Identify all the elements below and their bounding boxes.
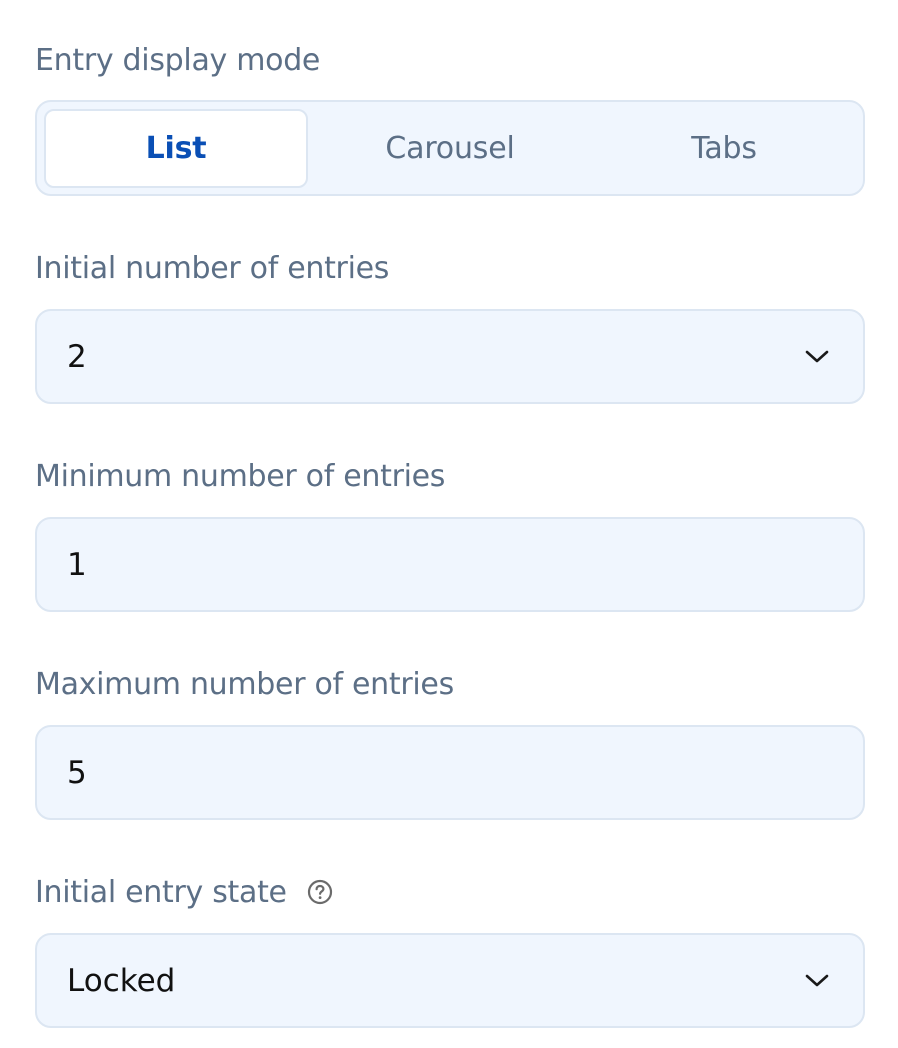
question-circle-icon[interactable] [307, 879, 333, 905]
maximum-entries-label: Maximum number of entries [35, 667, 454, 702]
initial-entry-state-label: Initial entry state [35, 875, 287, 910]
initial-entries-select[interactable]: 2 [35, 309, 865, 404]
chevron-down-icon [805, 350, 829, 362]
chevron-down-icon [805, 974, 829, 986]
initial-entries-label: Initial number of entries [35, 251, 390, 286]
entry-display-mode-label: Entry display mode [35, 43, 321, 78]
display-mode-option-tabs[interactable]: Tabs [592, 109, 856, 188]
display-mode-option-list[interactable]: List [44, 109, 308, 188]
initial-entry-state-value: Locked [67, 962, 176, 999]
minimum-entries-label: Minimum number of entries [35, 459, 446, 494]
minimum-entries-value: 1 [67, 546, 87, 583]
entry-display-mode-segmented-control: List Carousel Tabs [35, 100, 865, 196]
minimum-entries-input[interactable]: 1 [35, 517, 865, 612]
initial-entries-value: 2 [67, 338, 87, 375]
initial-entry-state-label-row: Initial entry state [35, 878, 333, 908]
initial-entry-state-select[interactable]: Locked [35, 933, 865, 1028]
maximum-entries-value: 5 [67, 754, 87, 791]
display-mode-option-carousel[interactable]: Carousel [318, 109, 582, 188]
maximum-entries-input[interactable]: 5 [35, 725, 865, 820]
